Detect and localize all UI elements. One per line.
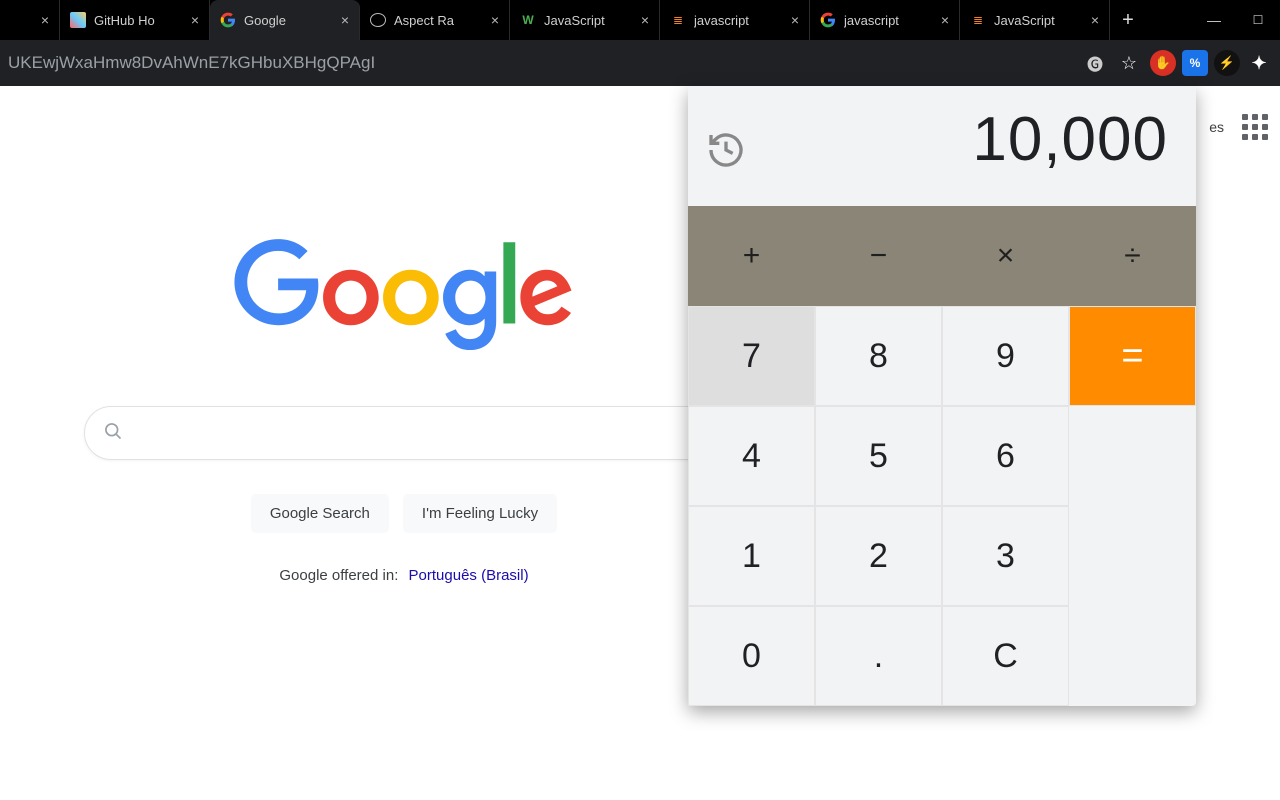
lucky-button[interactable]: I'm Feeling Lucky [403, 494, 557, 533]
calc-clear-button[interactable]: C [942, 606, 1069, 706]
close-icon[interactable]: × [1091, 12, 1099, 28]
extensions-menu-icon[interactable]: ✦ [1246, 50, 1272, 76]
calc-4-button[interactable]: 4 [688, 406, 815, 506]
calc-6-button[interactable]: 6 [942, 406, 1069, 506]
google-main: Google Search I'm Feeling Lucky Google o… [0, 236, 808, 584]
bookmark-star-icon[interactable]: ☆ [1116, 53, 1142, 74]
tab-js-w3[interactable]: W JavaScript × [510, 0, 660, 40]
tab-label: javascript [844, 13, 933, 28]
google-logo [234, 236, 574, 356]
close-icon[interactable]: × [791, 12, 799, 28]
close-icon[interactable]: × [341, 12, 349, 28]
calc-5-button[interactable]: 5 [815, 406, 942, 506]
tab-js-g[interactable]: javascript × [810, 0, 960, 40]
calc-0-button[interactable]: 0 [688, 606, 815, 706]
tab-label: javascript [694, 13, 783, 28]
stackoverflow-icon: ≣ [670, 12, 686, 28]
close-icon[interactable]: × [941, 12, 949, 28]
globe-icon [370, 13, 386, 27]
search-input[interactable] [135, 423, 705, 443]
tab-github[interactable]: GitHub Ho × [60, 0, 210, 40]
tab-0[interactable]: × [0, 0, 60, 40]
calculator-popup: 10,000 + − × ÷ 7 8 9 = 4 5 6 1 2 3 0 . C [688, 86, 1196, 706]
google-search-button[interactable]: Google Search [251, 494, 389, 533]
google-favicon-icon [220, 12, 236, 28]
extensions-area: ✋ % ⚡ ✦ [1150, 50, 1272, 76]
calc-7-button[interactable]: 7 [688, 306, 815, 406]
tab-label: Aspect Ra [394, 13, 483, 28]
calc-div-button[interactable]: ÷ [1069, 206, 1196, 306]
translate-icon[interactable]: 🅖 [1082, 51, 1108, 75]
search-box[interactable] [84, 406, 724, 460]
history-icon[interactable] [706, 130, 746, 170]
close-icon[interactable]: × [41, 12, 49, 28]
favicon-icon [70, 12, 86, 28]
ext-ublock-icon[interactable]: ✋ [1150, 50, 1176, 76]
tab-js-so2[interactable]: ≣ JavaScript × [960, 0, 1110, 40]
calc-equals-button[interactable]: = [1069, 306, 1196, 406]
ext-bolt-icon[interactable]: ⚡ [1214, 50, 1240, 76]
calc-add-button[interactable]: + [688, 206, 815, 306]
search-buttons: Google Search I'm Feeling Lucky [0, 494, 808, 533]
tab-js-so1[interactable]: ≣ javascript × [660, 0, 810, 40]
tab-aspect[interactable]: Aspect Ra × [360, 0, 510, 40]
calc-1-button[interactable]: 1 [688, 506, 815, 606]
apps-grid-icon[interactable] [1242, 114, 1268, 140]
calc-numpad: 7 8 9 = 4 5 6 1 2 3 0 . C [688, 306, 1196, 706]
address-bar: UKEwjWxaHmw8DvAhWnE7kGHbuXBHgQPAgI 🅖 ☆ ✋… [0, 40, 1280, 86]
minimize-button[interactable]: — [1192, 12, 1236, 28]
close-icon[interactable]: × [491, 12, 499, 28]
calc-display: 10,000 [688, 86, 1196, 206]
calc-op-row: + − × ÷ [688, 206, 1196, 306]
calc-mul-button[interactable]: × [942, 206, 1069, 306]
tab-label: JavaScript [544, 13, 633, 28]
close-icon[interactable]: × [641, 12, 649, 28]
calc-sub-button[interactable]: − [815, 206, 942, 306]
page-content: es Google Search I'm Feeling Lucky Googl… [0, 86, 1280, 800]
language-offer: Google offered in: Português (Brasil) [0, 567, 808, 584]
offered-language-link[interactable]: Português (Brasil) [409, 567, 529, 584]
search-icon [103, 421, 123, 446]
calc-2-button[interactable]: 2 [815, 506, 942, 606]
tab-label: Google [244, 13, 333, 28]
calc-9-button[interactable]: 9 [942, 306, 1069, 406]
window-controls: — ☐ [1192, 0, 1280, 40]
calc-dot-button[interactable]: . [815, 606, 942, 706]
calc-value: 10,000 [972, 104, 1168, 175]
ext-percent-icon[interactable]: % [1182, 50, 1208, 76]
calc-3-button[interactable]: 3 [942, 506, 1069, 606]
tab-google[interactable]: Google × [210, 0, 360, 40]
tab-label: GitHub Ho [94, 13, 183, 28]
top-right-links: es [1209, 114, 1268, 140]
calc-8-button[interactable]: 8 [815, 306, 942, 406]
w3-icon: W [520, 12, 536, 28]
new-tab-button[interactable]: + [1110, 0, 1146, 40]
maximize-button[interactable]: ☐ [1236, 13, 1280, 27]
offered-prefix: Google offered in: [279, 567, 398, 584]
tab-strip: × GitHub Ho × Google × Aspect Ra × W Jav… [0, 0, 1280, 40]
stackoverflow-icon: ≣ [970, 12, 986, 28]
close-icon[interactable]: × [191, 12, 199, 28]
google-favicon-icon [820, 12, 836, 28]
tab-label: JavaScript [994, 13, 1083, 28]
url-field[interactable]: UKEwjWxaHmw8DvAhWnE7kGHbuXBHgQPAgI [8, 53, 1074, 73]
images-link-fragment[interactable]: es [1209, 119, 1224, 135]
